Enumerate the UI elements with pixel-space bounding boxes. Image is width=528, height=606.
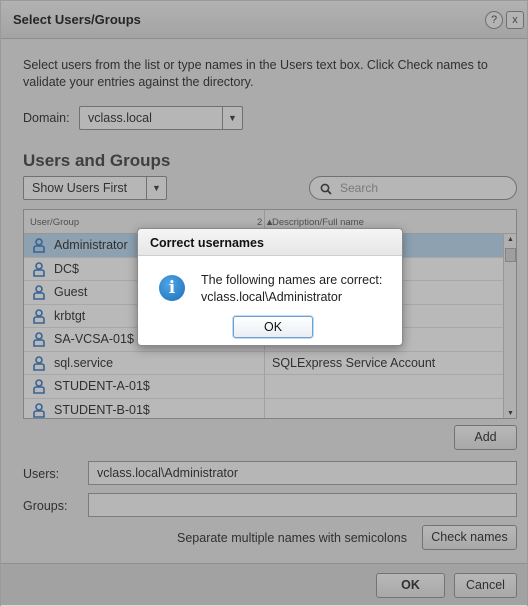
modal-ok-button[interactable]: OK xyxy=(233,316,313,338)
users-field[interactable]: vclass.local\Administrator xyxy=(88,461,517,485)
scroll-up-icon[interactable]: ▲ xyxy=(505,234,516,246)
groups-field[interactable] xyxy=(88,493,517,517)
domain-label: Domain: xyxy=(23,111,70,125)
row-name: krbtgt xyxy=(54,308,86,323)
row-name: STUDENT-B-01$ xyxy=(54,402,150,417)
semicolon-hint: Separate multiple names with semicolons xyxy=(177,531,407,545)
chevron-down-icon: ▼ xyxy=(146,177,166,199)
user-icon xyxy=(33,402,45,418)
modal-header: Correct usernames xyxy=(138,229,402,256)
search-icon xyxy=(320,178,332,202)
row-name: sql.service xyxy=(54,355,114,370)
check-names-button[interactable]: Check names xyxy=(422,525,517,550)
row-description: SQLExpress Service Account xyxy=(272,355,436,370)
modal-title: Correct usernames xyxy=(150,236,264,250)
modal-message-line2: vclass.local\Administrator xyxy=(201,290,343,304)
user-icon xyxy=(33,355,45,371)
search-input[interactable]: Search xyxy=(309,176,517,200)
chevron-down-icon: ▼ xyxy=(222,107,242,129)
instructions-text: Select users from the list or type names… xyxy=(23,58,488,89)
users-label: Users: xyxy=(23,467,60,481)
column-header-user-group[interactable]: User/Group xyxy=(30,217,79,228)
filter-select[interactable]: Show Users First ▼ xyxy=(23,176,167,200)
dialog-footer: OK Cancel xyxy=(1,563,527,606)
help-icon[interactable]: ? xyxy=(485,11,503,29)
scrollbar-thumb[interactable] xyxy=(505,248,516,262)
title-bar: Select Users/Groups ? x xyxy=(1,1,527,39)
user-icon xyxy=(33,261,45,277)
groups-label: Groups: xyxy=(23,499,68,513)
user-icon xyxy=(33,379,45,394)
modal-message: The following names are correct: vclass.… xyxy=(201,272,382,306)
filter-select-value: Show Users First xyxy=(32,181,128,195)
user-icon xyxy=(33,308,45,324)
dialog-title: Select Users/Groups xyxy=(13,12,141,27)
user-icon xyxy=(33,238,45,253)
user-icon xyxy=(33,332,45,347)
search-placeholder: Search xyxy=(340,181,379,195)
table-scrollbar[interactable]: ▲ ▼ xyxy=(503,234,516,418)
info-icon: i xyxy=(159,275,185,301)
domain-select[interactable]: vclass.local ▼ xyxy=(79,106,243,130)
table-row[interactable]: STUDENT-B-01$ xyxy=(24,399,504,419)
table-row[interactable]: sql.service SQLExpress Service Account xyxy=(24,352,504,375)
correct-usernames-modal: Correct usernames i The following names … xyxy=(137,228,403,346)
table-row[interactable]: STUDENT-A-01$ xyxy=(24,375,504,399)
add-button[interactable]: Add xyxy=(454,425,517,450)
scroll-down-icon[interactable]: ▼ xyxy=(505,408,516,418)
column-header-description[interactable]: Description/Full name xyxy=(272,217,364,228)
domain-select-value: vclass.local xyxy=(88,111,152,125)
ok-button[interactable]: OK xyxy=(376,573,445,598)
row-name: Guest xyxy=(54,285,88,299)
row-name: Administrator xyxy=(54,238,128,252)
close-icon[interactable]: x xyxy=(506,11,524,29)
row-name: STUDENT-A-01$ xyxy=(54,379,150,393)
user-icon xyxy=(33,285,45,300)
cancel-button[interactable]: Cancel xyxy=(454,573,517,598)
row-name: SA-VCSA-01$ xyxy=(54,332,134,346)
section-title: Users and Groups xyxy=(23,151,171,170)
row-name: DC$ xyxy=(54,261,80,276)
modal-message-line1: The following names are correct: xyxy=(201,273,383,287)
